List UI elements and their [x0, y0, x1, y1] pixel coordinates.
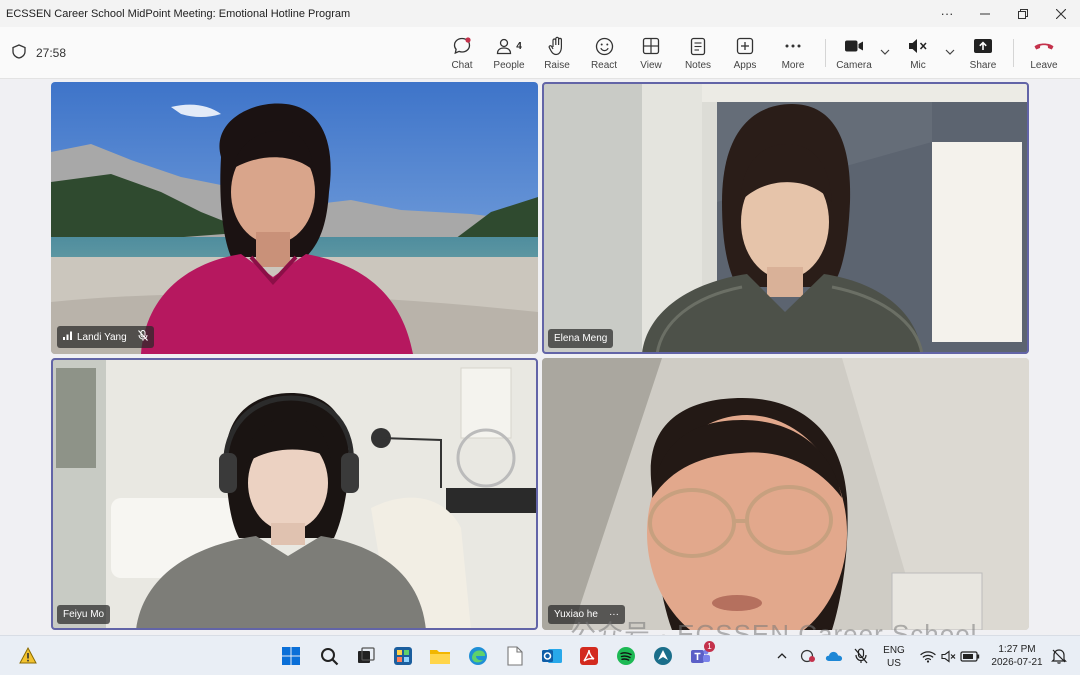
- leave-label: Leave: [1030, 60, 1058, 71]
- title-bar: ECSSEN Career School MidPoint Meeting: E…: [0, 0, 1080, 27]
- camera-icon: [844, 35, 864, 57]
- people-button[interactable]: 4 People: [484, 35, 534, 71]
- participant-video: [542, 358, 1029, 630]
- people-count: 4: [516, 40, 522, 52]
- notes-label: Notes: [684, 60, 712, 71]
- mic-options-chevron-icon[interactable]: [945, 47, 955, 58]
- toolbar-divider: [1013, 39, 1014, 67]
- navigation-app-icon[interactable]: [651, 644, 675, 668]
- participant-tile-yuxiao-he[interactable]: Yuxiao he ···: [542, 358, 1029, 630]
- outlook-icon[interactable]: [540, 644, 564, 668]
- hand-icon: [548, 35, 566, 57]
- window-title: ECSSEN Career School MidPoint Meeting: E…: [6, 7, 351, 20]
- teams-icon[interactable]: 1: [688, 641, 715, 668]
- raise-hand-button[interactable]: Raise: [532, 35, 582, 71]
- clock-date: 2026-07-21: [991, 657, 1043, 668]
- phone-hangup-icon: [1033, 35, 1055, 57]
- participant-nametag: Feiyu Mo: [57, 605, 111, 624]
- chevron-up-icon[interactable]: [770, 644, 794, 668]
- participant-video: [51, 82, 538, 354]
- apps-label: Apps: [733, 60, 757, 71]
- language-code: ENG: [883, 645, 905, 656]
- task-view-icon[interactable]: [354, 644, 378, 668]
- onedrive-icon[interactable]: [822, 644, 846, 668]
- more-options-button[interactable]: ···: [928, 0, 966, 27]
- apps-button[interactable]: Apps: [720, 35, 770, 71]
- search-icon[interactable]: [317, 644, 341, 668]
- restore-button[interactable]: [1004, 0, 1042, 27]
- chat-label: Chat: [451, 60, 473, 71]
- camera-label: Camera: [836, 60, 872, 71]
- mic-muted-icon: [137, 330, 148, 344]
- smiley-icon: [595, 35, 614, 57]
- taskbar: 1 ENG US 1:27 PM 2026-07-21: [0, 635, 1080, 675]
- leave-button[interactable]: Leave: [1019, 35, 1069, 71]
- clock-time: 1:27 PM: [998, 644, 1036, 655]
- participant-video: [542, 82, 1029, 354]
- spotify-icon[interactable]: [614, 644, 638, 668]
- notes-button[interactable]: Notes: [673, 35, 723, 71]
- camera-options-chevron-icon[interactable]: [880, 47, 890, 58]
- participant-nametag: Elena Meng: [548, 329, 614, 348]
- mic-label: Mic: [910, 60, 926, 71]
- mic-button[interactable]: Mic: [893, 35, 943, 71]
- shield-icon: [12, 44, 26, 62]
- share-icon: [973, 35, 993, 57]
- record-status-icon[interactable]: [796, 644, 820, 668]
- camera-button[interactable]: Camera: [829, 35, 879, 71]
- participant-name: Elena Meng: [554, 333, 608, 344]
- chat-icon: [452, 35, 472, 57]
- input-language[interactable]: ENG US: [880, 644, 908, 670]
- chat-button[interactable]: Chat: [437, 35, 487, 71]
- microphone-muted-icon[interactable]: [849, 644, 873, 668]
- clock[interactable]: 1:27 PM 2026-07-21: [985, 643, 1049, 669]
- teams-notification-badge: 1: [704, 641, 715, 652]
- participant-tile-landi-yang[interactable]: Landi Yang: [51, 82, 538, 354]
- mic-muted-icon: [907, 35, 929, 57]
- widgets-app-icon[interactable]: [391, 644, 415, 668]
- plus-icon: [736, 35, 754, 57]
- signal-bars-icon: [63, 331, 72, 343]
- react-button[interactable]: React: [579, 35, 629, 71]
- participant-video: [51, 358, 538, 630]
- participant-tile-elena-meng[interactable]: Elena Meng: [542, 82, 1029, 354]
- view-label: View: [640, 60, 662, 71]
- more-button[interactable]: More: [768, 35, 818, 71]
- more-label: More: [781, 60, 805, 71]
- edge-browser-icon[interactable]: [466, 644, 490, 668]
- windows-start-icon[interactable]: [279, 644, 303, 668]
- more-icon: [784, 35, 802, 57]
- document-icon[interactable]: [503, 644, 527, 668]
- raise-label: Raise: [544, 60, 570, 71]
- weather-icon[interactable]: [16, 644, 40, 668]
- react-label: React: [590, 60, 618, 71]
- pdf-reader-icon[interactable]: [577, 644, 601, 668]
- minimize-button[interactable]: [966, 0, 1004, 27]
- file-explorer-icon[interactable]: [428, 644, 452, 668]
- close-button[interactable]: [1042, 0, 1080, 27]
- region-code: US: [887, 658, 901, 669]
- meeting-timer: 27:58: [12, 44, 66, 62]
- people-label: People: [493, 60, 525, 71]
- share-label: Share: [969, 60, 997, 71]
- people-icon: 4: [496, 35, 522, 57]
- notification-bell-icon[interactable]: [1047, 644, 1071, 668]
- meeting-toolbar: 27:58 Chat 4 People Raise React View Not…: [0, 27, 1080, 79]
- toolbar-divider: [825, 39, 826, 67]
- battery-icon[interactable]: [958, 644, 982, 668]
- share-button[interactable]: Share: [958, 35, 1008, 71]
- grid-icon: [642, 35, 660, 57]
- participant-name: Feiyu Mo: [63, 609, 105, 620]
- timer-text: 27:58: [36, 46, 67, 60]
- notes-icon: [690, 35, 706, 57]
- participant-name: Landi Yang: [77, 331, 127, 343]
- participant-tile-feiyu-mo[interactable]: Feiyu Mo: [51, 358, 538, 630]
- view-button[interactable]: View: [626, 35, 676, 71]
- participant-nametag: Landi Yang: [57, 326, 154, 348]
